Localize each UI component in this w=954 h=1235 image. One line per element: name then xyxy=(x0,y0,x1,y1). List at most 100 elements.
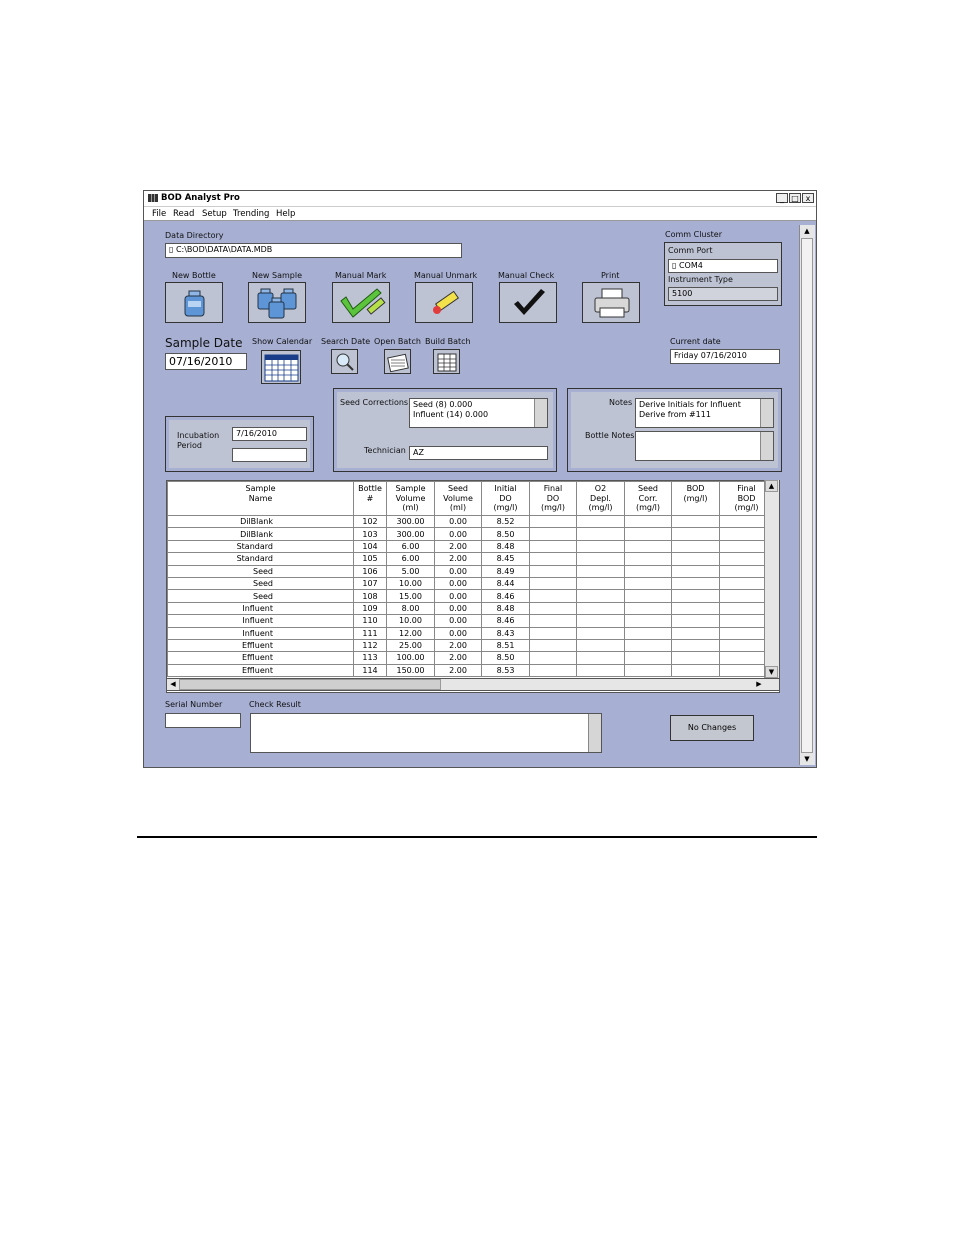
table-cell[interactable]: 10.00 xyxy=(386,614,435,628)
sample-date-field[interactable]: 07/16/2010 xyxy=(165,353,247,370)
table-cell[interactable]: 105 xyxy=(353,552,387,566)
table-cell[interactable]: 25.00 xyxy=(386,638,435,653)
incubation-end-field[interactable] xyxy=(232,448,307,462)
table-cell[interactable] xyxy=(529,564,577,578)
table-cell[interactable]: 10.00 xyxy=(386,576,435,591)
bottle-notes-scrollbar[interactable] xyxy=(760,432,773,460)
table-cell[interactable] xyxy=(576,601,625,616)
table-cell[interactable]: 8.49 xyxy=(481,564,530,578)
table-cell[interactable]: Effluent xyxy=(167,638,354,653)
table-cell[interactable]: Seed xyxy=(167,576,354,591)
notes-scrollbar[interactable] xyxy=(760,399,773,427)
open-batch-button[interactable] xyxy=(384,349,411,374)
table-cell[interactable]: Effluent xyxy=(167,663,354,678)
column-header[interactable]: Seed Volume (ml) xyxy=(434,481,482,516)
maximize-button[interactable]: □ xyxy=(789,193,801,203)
table-cell[interactable] xyxy=(529,539,577,554)
table-row[interactable]: Seed 107 10.00 0.00 8.44 xyxy=(167,576,774,591)
table-cell[interactable] xyxy=(624,564,672,578)
table-cell[interactable]: 8.46 xyxy=(481,589,530,603)
table-cell[interactable] xyxy=(529,601,577,616)
table-cell[interactable] xyxy=(529,651,577,665)
table-cell[interactable] xyxy=(671,638,720,653)
table-cell[interactable] xyxy=(529,576,577,591)
table-cell[interactable]: 114 xyxy=(353,663,387,678)
table-cell[interactable] xyxy=(624,514,672,529)
menu-file[interactable]: File xyxy=(152,209,166,219)
incubation-start-field[interactable]: 7/16/2010 xyxy=(232,427,307,441)
table-cell[interactable] xyxy=(576,564,625,578)
scroll-left-icon[interactable]: ◀ xyxy=(167,679,179,690)
instrument-type-field[interactable]: 5100 xyxy=(668,287,778,301)
scroll-up-icon[interactable]: ▲ xyxy=(765,480,778,492)
table-cell[interactable] xyxy=(529,626,577,640)
column-header[interactable]: Seed Corr. (mg/l) xyxy=(624,481,672,516)
table-cell[interactable] xyxy=(624,638,672,653)
grid-vertical-scrollbar[interactable]: ▲ ▼ xyxy=(764,480,779,678)
table-cell[interactable]: 8.44 xyxy=(481,576,530,591)
table-row[interactable]: Standard 105 6.00 2.00 8.45 xyxy=(167,552,774,566)
new-sample-button[interactable] xyxy=(248,282,306,323)
table-cell[interactable]: 8.46 xyxy=(481,614,530,628)
table-cell[interactable] xyxy=(671,527,720,541)
table-cell[interactable] xyxy=(671,601,720,616)
table-cell[interactable] xyxy=(671,576,720,591)
build-batch-button[interactable] xyxy=(433,349,460,374)
table-cell[interactable]: 8.50 xyxy=(481,527,530,541)
table-row[interactable]: Influent 110 10.00 0.00 8.46 xyxy=(167,614,774,628)
table-cell[interactable] xyxy=(529,552,577,566)
window-scroll-up-icon[interactable]: ▲ xyxy=(800,225,814,237)
table-cell[interactable]: 109 xyxy=(353,601,387,616)
table-cell[interactable] xyxy=(624,527,672,541)
show-calendar-button[interactable] xyxy=(261,350,301,384)
notes-field[interactable]: Derive Initials for Influent Derive from… xyxy=(635,398,774,428)
table-cell[interactable]: 2.00 xyxy=(434,663,482,678)
table-cell[interactable]: 8.48 xyxy=(481,601,530,616)
column-header[interactable]: Bottle # xyxy=(353,481,387,516)
column-header[interactable]: Sample Volume (ml) xyxy=(386,481,435,516)
no-changes-button[interactable]: No Changes xyxy=(670,715,754,741)
table-cell[interactable]: 113 xyxy=(353,651,387,665)
table-cell[interactable] xyxy=(529,614,577,628)
table-cell[interactable]: 8.00 xyxy=(386,601,435,616)
table-cell[interactable]: 0.00 xyxy=(434,514,482,529)
manual-check-button[interactable] xyxy=(499,282,557,323)
table-row[interactable]: Effluent 113 100.00 2.00 8.50 xyxy=(167,651,774,665)
table-cell[interactable] xyxy=(529,527,577,541)
table-cell[interactable] xyxy=(624,651,672,665)
table-cell[interactable] xyxy=(624,576,672,591)
window-scroll-down-icon[interactable]: ▼ xyxy=(800,753,814,765)
search-date-button[interactable] xyxy=(331,349,358,374)
table-cell[interactable] xyxy=(624,614,672,628)
window-scroll-thumb[interactable] xyxy=(801,238,813,753)
table-cell[interactable] xyxy=(671,663,720,678)
table-cell[interactable]: Standard xyxy=(167,552,354,566)
table-cell[interactable]: 103 xyxy=(353,527,387,541)
table-cell[interactable] xyxy=(576,539,625,554)
table-cell[interactable]: 0.00 xyxy=(434,576,482,591)
table-row[interactable]: Seed 108 15.00 0.00 8.46 xyxy=(167,589,774,603)
table-cell[interactable] xyxy=(576,576,625,591)
table-cell[interactable]: 15.00 xyxy=(386,589,435,603)
column-header[interactable]: BOD (mg/l) xyxy=(671,481,720,516)
horizontal-scroll-thumb[interactable] xyxy=(179,679,441,690)
new-bottle-button[interactable] xyxy=(165,282,223,323)
grid-horizontal-scrollbar[interactable]: ◀ ▶ xyxy=(166,678,780,691)
table-cell[interactable]: 100.00 xyxy=(386,651,435,665)
bottle-notes-field[interactable] xyxy=(635,431,774,461)
table-cell[interactable]: 0.00 xyxy=(434,527,482,541)
table-cell[interactable]: 0.00 xyxy=(434,564,482,578)
menu-help[interactable]: Help xyxy=(276,209,295,219)
seed-corrections-list[interactable]: Seed (8) 0.000 Influent (14) 0.000 xyxy=(409,398,548,428)
table-row[interactable]: Effluent 112 25.00 2.00 8.51 xyxy=(167,638,774,653)
table-cell[interactable] xyxy=(671,564,720,578)
table-cell[interactable]: 8.52 xyxy=(481,514,530,529)
column-header[interactable]: O2 Depl. (mg/l) xyxy=(576,481,625,516)
table-cell[interactable]: Influent xyxy=(167,601,354,616)
manual-unmark-button[interactable] xyxy=(415,282,473,323)
table-cell[interactable] xyxy=(529,514,577,529)
scroll-down-icon[interactable]: ▼ xyxy=(765,666,778,678)
table-cell[interactable]: 108 xyxy=(353,589,387,603)
table-cell[interactable]: Influent xyxy=(167,614,354,628)
column-header[interactable]: Sample Name xyxy=(167,481,354,516)
